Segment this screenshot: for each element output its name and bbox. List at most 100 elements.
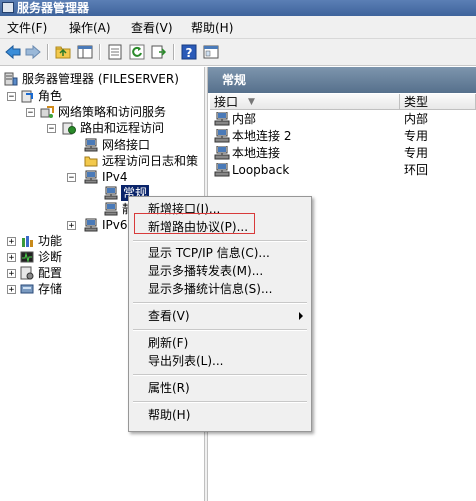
menu-item-label: 导出列表(L)... xyxy=(148,354,224,368)
diagnostics-icon xyxy=(20,251,34,263)
menu-item-label: 刷新(F) xyxy=(148,336,189,350)
tree-label: 服务器管理器 (FILESERVER) xyxy=(22,72,179,86)
collapse-toggle[interactable]: − xyxy=(47,124,56,134)
back-icon[interactable] xyxy=(4,43,22,61)
menu-item-export-list[interactable]: 导出列表(L)... xyxy=(131,351,309,371)
up-folder-icon[interactable] xyxy=(54,43,72,61)
roles-icon xyxy=(21,90,33,103)
menu-separator xyxy=(133,374,307,376)
features-icon xyxy=(22,236,33,247)
highlight-box xyxy=(134,213,255,234)
list-item[interactable]: 本地连接 专用 xyxy=(208,145,476,162)
toolbar-separator xyxy=(99,44,101,60)
menu-item-label: 属性(R) xyxy=(148,381,190,395)
interface-type: 环回 xyxy=(404,163,429,177)
interface-name: Loopback xyxy=(232,163,290,177)
forward-icon[interactable] xyxy=(24,43,42,61)
menu-item-label: 显示 TCP/IP 信息(C)... xyxy=(148,246,270,260)
network-adapter-icon xyxy=(214,163,230,177)
help-icon[interactable]: ? xyxy=(180,43,198,61)
network-adapter-icon xyxy=(214,129,230,143)
menu-item-label: 帮助(H) xyxy=(148,408,191,422)
menu-separator xyxy=(133,329,307,331)
network-interface-icon xyxy=(84,138,98,152)
menu-separator xyxy=(133,240,307,242)
column-header-type[interactable]: 类型 xyxy=(400,94,476,110)
toolbar: ? xyxy=(0,39,476,66)
tree-label: 功能 xyxy=(38,234,63,248)
tree-label: 角色 xyxy=(38,89,63,103)
menu-item-label: 查看(V) xyxy=(148,309,190,323)
network-policy-icon xyxy=(40,106,54,118)
svg-text:?: ? xyxy=(186,46,193,60)
list-item[interactable]: 内部 内部 xyxy=(208,111,476,128)
toolbar-separator xyxy=(173,44,175,60)
menu-file[interactable]: 文件(F) xyxy=(7,16,47,40)
export-icon[interactable] xyxy=(150,43,168,61)
ipv4-icon xyxy=(84,170,98,184)
tree-label: 路由和远程访问 xyxy=(80,121,165,135)
list-item[interactable]: 本地连接 2 专用 xyxy=(208,128,476,145)
expand-toggle[interactable]: + xyxy=(7,253,16,263)
menu-separator xyxy=(133,401,307,403)
interface-name: 内部 xyxy=(232,112,257,126)
submenu-arrow-icon xyxy=(299,312,303,320)
tree-label: IPv6 xyxy=(102,218,128,232)
details-title: 常规 xyxy=(222,73,247,87)
server-manager-icon xyxy=(2,2,14,13)
expand-toggle[interactable]: + xyxy=(7,285,16,295)
general-icon xyxy=(104,186,118,200)
show-tree-icon[interactable] xyxy=(76,43,94,61)
window-title: 服务器管理器 xyxy=(17,1,90,15)
tree-label: IPv4 xyxy=(102,170,128,184)
expand-toggle[interactable]: + xyxy=(7,269,16,279)
tree-label: 远程访问日志和策 xyxy=(102,154,199,168)
menu-bar: 文件(F) 操作(A) 查看(V) 帮助(H) xyxy=(0,16,476,39)
menu-item-label: 显示多播转发表(M)... xyxy=(148,264,264,278)
menu-item-show-tcpip-info[interactable]: 显示 TCP/IP 信息(C)... xyxy=(131,243,309,263)
storage-icon xyxy=(20,284,34,294)
menu-action[interactable]: 操作(A) xyxy=(69,16,111,40)
column-label: 接口 xyxy=(214,95,239,109)
interface-type: 专用 xyxy=(404,129,429,143)
interface-type: 专用 xyxy=(404,146,429,160)
console-icon[interactable] xyxy=(202,43,220,61)
sort-indicator-icon: ▼ xyxy=(248,97,255,107)
tree-label: 配置 xyxy=(38,266,63,280)
menu-item-help[interactable]: 帮助(H) xyxy=(131,405,309,425)
details-header: 常规 xyxy=(208,67,476,93)
tree-label: 网络策略和访问服务 xyxy=(58,105,167,119)
list-item[interactable]: Loopback 环回 xyxy=(208,162,476,179)
expand-toggle[interactable]: + xyxy=(7,237,16,247)
menu-item-show-multicast-forwarding[interactable]: 显示多播转发表(M)... xyxy=(131,261,309,281)
properties-icon[interactable] xyxy=(106,43,124,61)
refresh-icon[interactable] xyxy=(128,43,146,61)
title-bar: 服务器管理器 xyxy=(0,0,476,16)
menu-item-view[interactable]: 查看(V) xyxy=(131,306,309,326)
menu-item-refresh[interactable]: 刷新(F) xyxy=(131,333,309,353)
interface-name: 本地连接 2 xyxy=(232,129,292,143)
menu-view[interactable]: 查看(V) xyxy=(131,16,173,40)
menu-item-label: 显示多播统计信息(S)... xyxy=(148,282,273,296)
menu-item-properties[interactable]: 属性(R) xyxy=(131,378,309,398)
menu-item-show-multicast-stats[interactable]: 显示多播统计信息(S)... xyxy=(131,279,309,299)
column-header-interface[interactable]: 接口 ▼ xyxy=(210,94,400,110)
toolbar-separator xyxy=(47,44,49,60)
interface-name: 本地连接 xyxy=(232,146,281,160)
network-adapter-icon xyxy=(214,112,230,126)
menu-separator xyxy=(133,302,307,304)
tree-label: 存储 xyxy=(38,282,63,296)
interface-type: 内部 xyxy=(404,112,429,126)
column-label: 类型 xyxy=(404,95,429,109)
collapse-toggle[interactable]: − xyxy=(7,92,16,102)
collapse-toggle[interactable]: − xyxy=(67,173,76,183)
folder-log-icon xyxy=(84,156,98,167)
tree-label: 网络接口 xyxy=(102,138,151,152)
menu-help[interactable]: 帮助(H) xyxy=(191,16,233,40)
server-icon xyxy=(4,72,18,86)
expand-toggle[interactable]: + xyxy=(67,221,76,231)
network-adapter-icon xyxy=(214,146,230,160)
static-route-icon xyxy=(104,202,118,216)
routing-icon xyxy=(62,122,76,135)
collapse-toggle[interactable]: − xyxy=(26,108,35,118)
